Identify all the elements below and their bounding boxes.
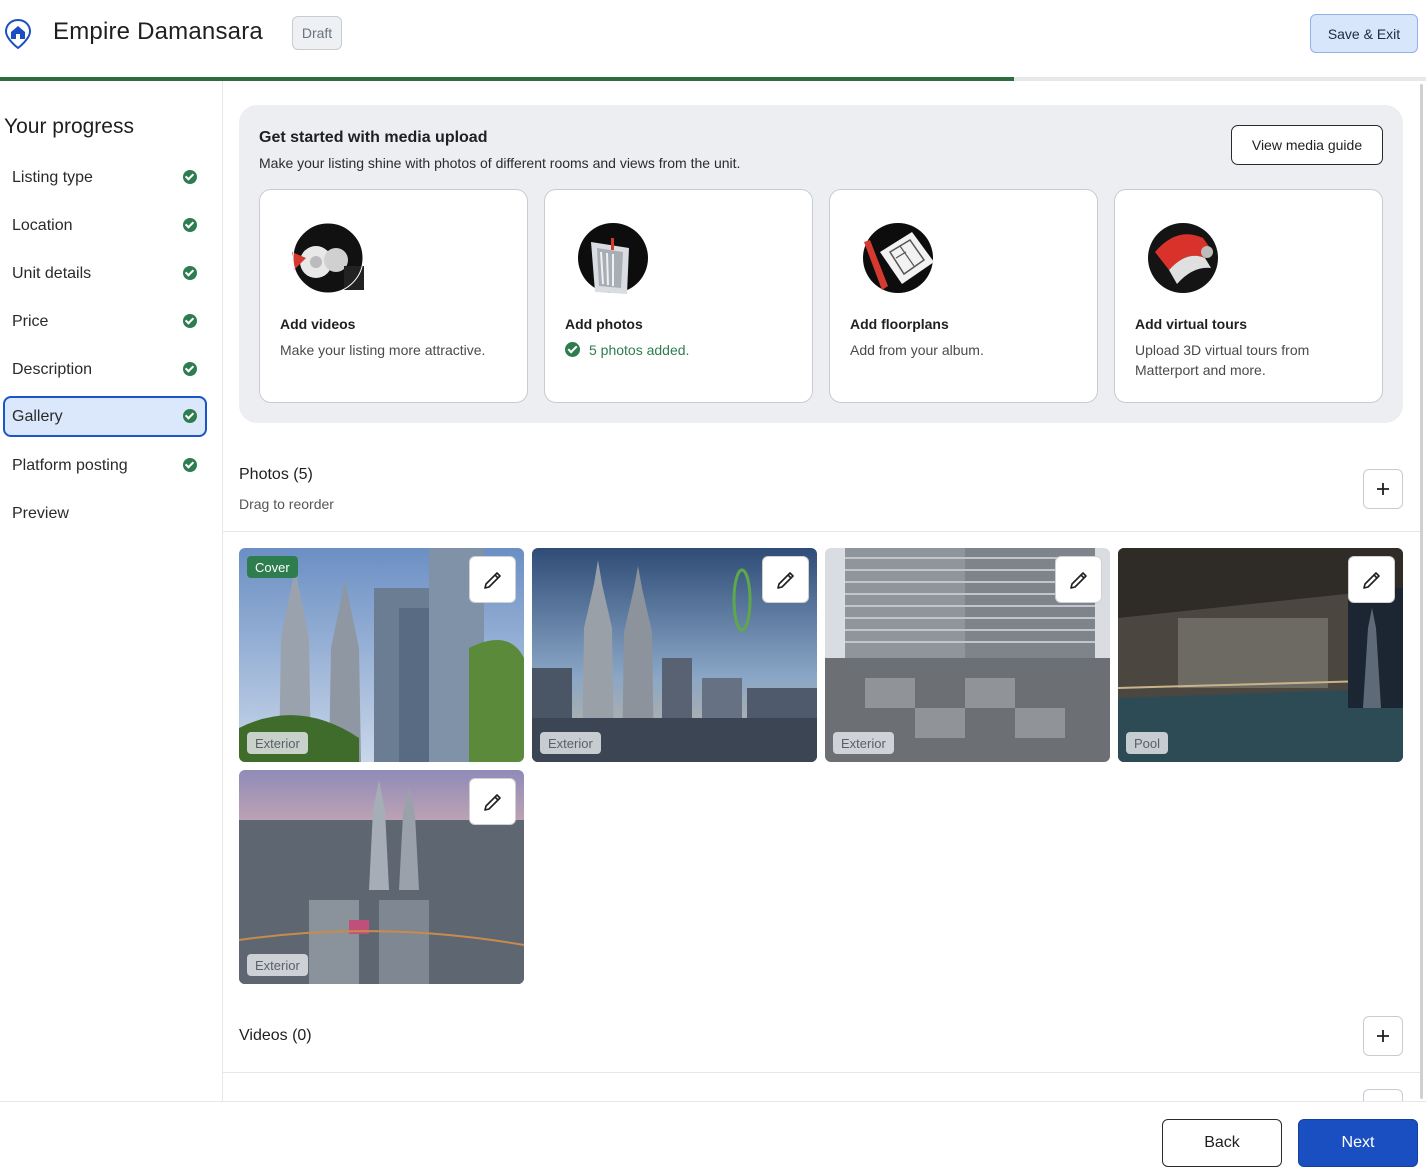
photos-section-subtitle: Drag to reorder	[239, 496, 334, 512]
plus-icon	[1377, 1030, 1389, 1042]
edit-photo-button[interactable]	[469, 556, 516, 603]
header: Empire Damansara Draft Save & Exit	[0, 0, 1426, 81]
view-media-guide-button[interactable]: View media guide	[1231, 125, 1383, 165]
add-videos-card[interactable]: Add videos Make your listing more attrac…	[259, 189, 528, 403]
add-virtual-tours-card[interactable]: Add virtual tours Upload 3D virtual tour…	[1114, 189, 1383, 403]
status-badge: Draft	[292, 16, 342, 50]
media-upload-subtitle: Make your listing shine with photos of d…	[259, 155, 741, 171]
sidebar-item-listing-type[interactable]: Listing type	[3, 157, 207, 198]
sidebar-item-label: Gallery	[12, 407, 63, 425]
sidebar: Your progress Listing type Location Unit…	[0, 81, 223, 1101]
check-circle-icon	[183, 266, 197, 280]
sidebar-item-unit-details[interactable]: Unit details	[3, 253, 207, 294]
save-exit-button[interactable]: Save & Exit	[1310, 14, 1418, 53]
card-title: Add virtual tours	[1135, 316, 1248, 332]
plus-icon	[1377, 483, 1389, 495]
add-video-button[interactable]	[1363, 1016, 1403, 1056]
pencil-icon	[1362, 571, 1380, 589]
card-title: Add floorplans	[850, 316, 949, 332]
videos-section-title: Videos (0)	[239, 1027, 312, 1044]
sidebar-item-label: Price	[12, 312, 49, 330]
photo-category-tag: Pool	[1126, 732, 1169, 754]
card-description: Upload 3D virtual tours from Matterport …	[1135, 342, 1310, 378]
vr-headset-icon	[1148, 223, 1218, 293]
photo-tile[interactable]: Exterior	[825, 548, 1110, 762]
sidebar-item-label: Preview	[12, 504, 69, 522]
sidebar-item-label: Unit details	[12, 264, 92, 282]
sidebar-item-price[interactable]: Price	[3, 301, 207, 342]
page-title: Empire Damansara	[53, 18, 263, 45]
photo-stack-icon	[578, 223, 648, 294]
photo-tile[interactable]: Exterior	[239, 770, 524, 984]
photo-tile[interactable]: Pool	[1118, 548, 1403, 762]
add-photo-button[interactable]	[1363, 469, 1403, 509]
photo-category-tag: Exterior	[833, 732, 894, 754]
floorplan-icon	[863, 223, 934, 293]
section-divider	[223, 531, 1420, 532]
check-circle-icon	[183, 458, 197, 472]
photo-category-tag: Exterior	[540, 732, 601, 754]
photo-category-tag: Exterior	[247, 732, 308, 754]
video-reel-icon	[292, 222, 364, 294]
sidebar-item-preview[interactable]: Preview	[3, 493, 207, 534]
card-title: Add videos	[280, 316, 356, 332]
check-circle-icon	[183, 409, 197, 423]
sidebar-item-label: Listing type	[12, 168, 93, 186]
edit-photo-button[interactable]	[1055, 556, 1102, 603]
photo-category-tag: Exterior	[247, 954, 308, 976]
home-pin-icon[interactable]	[5, 19, 31, 49]
sidebar-heading: Your progress	[4, 115, 134, 138]
add-photos-card[interactable]: Add photos 5 photos added.	[544, 189, 813, 403]
pencil-icon	[483, 571, 501, 589]
pencil-icon	[776, 571, 794, 589]
add-floorplan-button[interactable]	[1363, 1089, 1403, 1101]
card-description: Add from your album.	[850, 342, 984, 358]
check-circle-icon	[183, 314, 197, 328]
pencil-icon	[1069, 571, 1087, 589]
scrollbar[interactable]	[1420, 84, 1423, 1099]
card-description: Make your listing more attractive.	[280, 342, 486, 358]
photos-added-status: 5 photos added.	[589, 342, 690, 358]
check-circle-icon	[183, 362, 197, 376]
footer: Back Next	[0, 1101, 1426, 1169]
edit-photo-button[interactable]	[762, 556, 809, 603]
edit-photo-button[interactable]	[1348, 556, 1395, 603]
back-button[interactable]: Back	[1162, 1119, 1282, 1167]
photos-section-title: Photos (5)	[239, 466, 313, 483]
pencil-icon	[483, 793, 501, 811]
edit-photo-button[interactable]	[469, 778, 516, 825]
media-upload-panel: Get started with media upload Make your …	[239, 105, 1403, 423]
main-content: Get started with media upload Make your …	[223, 81, 1420, 1101]
section-divider	[223, 1072, 1420, 1073]
sidebar-item-label: Description	[12, 360, 93, 378]
photo-tile[interactable]: Cover Exterior	[239, 548, 524, 762]
sidebar-item-description[interactable]: Description	[3, 349, 207, 390]
sidebar-item-label: Location	[12, 216, 73, 234]
cover-badge: Cover	[247, 556, 298, 578]
add-floorplans-card[interactable]: Add floorplans Add from your album.	[829, 189, 1098, 403]
next-button[interactable]: Next	[1298, 1119, 1418, 1167]
check-circle-icon	[183, 170, 197, 184]
check-circle-icon	[183, 218, 197, 232]
photo-tile[interactable]: Exterior	[532, 548, 817, 762]
media-upload-title: Get started with media upload	[259, 129, 488, 146]
sidebar-item-gallery[interactable]: Gallery	[3, 396, 207, 437]
sidebar-item-platform-posting[interactable]: Platform posting	[3, 445, 207, 486]
sidebar-item-location[interactable]: Location	[3, 205, 207, 246]
check-circle-icon	[565, 342, 580, 357]
sidebar-item-label: Platform posting	[12, 456, 128, 474]
card-title: Add photos	[565, 316, 643, 332]
